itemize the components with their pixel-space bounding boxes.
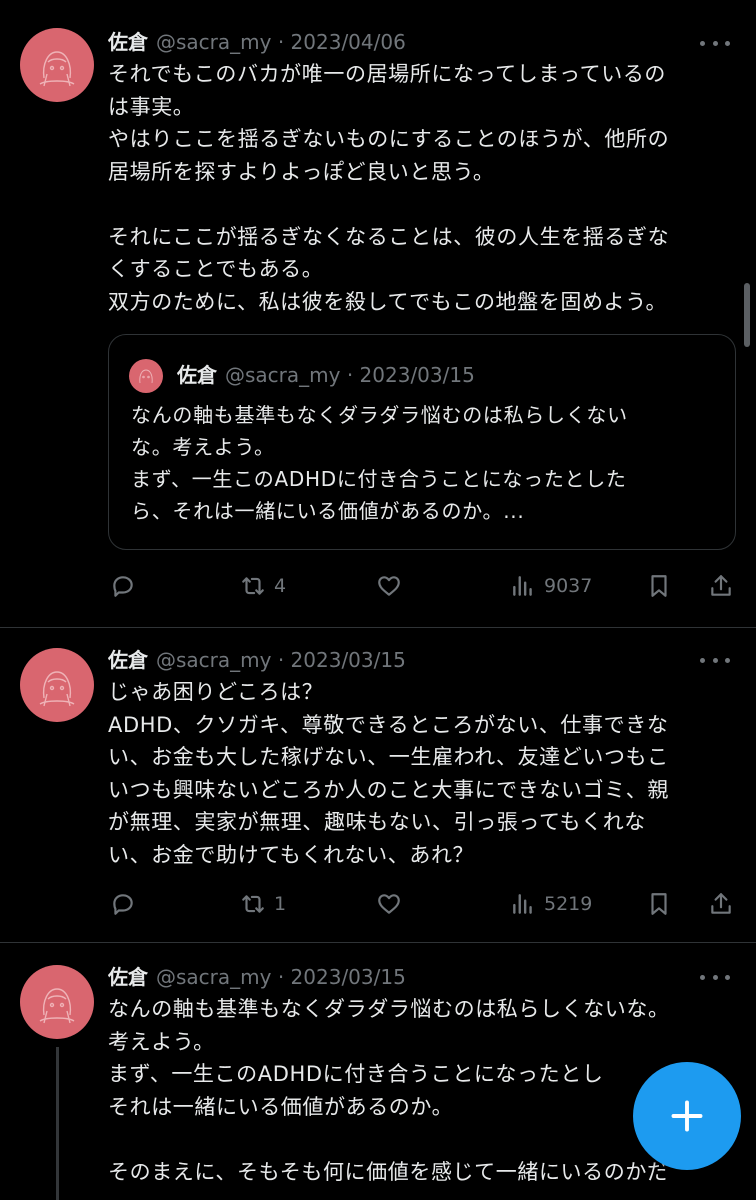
- tweet-header: 佐倉 @sacra_my · 2023/03/15: [108, 646, 406, 674]
- tweet-header: 佐倉 @sacra_my · 2023/04/06: [108, 28, 406, 56]
- share-icon: [711, 893, 731, 914]
- quote-display-name: 佐倉: [177, 363, 217, 387]
- share-button[interactable]: [708, 889, 734, 919]
- tweet-text: それでもこのバカが唯一の居場所になってしまっているの は事実。 やはりここを揺る…: [108, 62, 670, 314]
- tweet-text: なんの軸も基準もなくダラダラ悩むのは私らしくないな。 考えよう。 まず、一生この…: [108, 997, 670, 1184]
- more-icon[interactable]: [700, 38, 730, 48]
- views-icon: [513, 894, 532, 914]
- like-button[interactable]: [376, 571, 402, 601]
- timestamp[interactable]: · 2023/03/15: [278, 648, 406, 672]
- plus-icon: [671, 1100, 703, 1132]
- quote-text: なんの軸も基準もなくダラダラ悩むのは私らしくない な。考えよう。 まず、一生この…: [131, 403, 628, 523]
- avatar-illustration: [39, 51, 75, 87]
- compose-button[interactable]: [633, 1062, 741, 1170]
- bookmark-icon: [651, 575, 667, 597]
- tweet-header: 佐倉 @sacra_my · 2023/03/15: [108, 963, 406, 991]
- quote-handle: @sacra_my: [225, 363, 341, 387]
- retweet-count: 1: [274, 893, 287, 915]
- retweet-count: 4: [274, 575, 287, 597]
- timestamp[interactable]: · 2023/03/15: [278, 965, 406, 989]
- views-button[interactable]: 5219: [510, 889, 592, 919]
- avatar[interactable]: [20, 965, 94, 1039]
- bookmark-button[interactable]: [646, 889, 672, 919]
- heart-icon: [378, 576, 400, 596]
- quote-header: 佐倉 @sacra_my · 2023/03/15: [177, 361, 475, 389]
- quoted-tweet[interactable]: 佐倉 @sacra_my · 2023/03/15 なんの軸も基準もなくダラダラ悩…: [108, 334, 736, 550]
- handle[interactable]: @sacra_my: [156, 965, 271, 989]
- reply-icon: [113, 894, 133, 915]
- handle[interactable]: @sacra_my: [156, 30, 271, 54]
- avatar-illustration: [39, 988, 75, 1024]
- scrollbar[interactable]: [744, 283, 750, 347]
- views-button[interactable]: 9037: [510, 571, 592, 601]
- share-button[interactable]: [708, 571, 734, 601]
- timestamp[interactable]: · 2023/04/06: [278, 30, 406, 54]
- thread-line: [56, 1047, 59, 1200]
- reply-button[interactable]: [110, 889, 136, 919]
- like-button[interactable]: [376, 889, 402, 919]
- tweet-3[interactable]: 佐倉 @sacra_my · 2023/03/15 なんの軸も基準もなくダラダラ悩…: [0, 943, 756, 1200]
- avatar[interactable]: [20, 28, 94, 102]
- tweet-1[interactable]: 佐倉 @sacra_my · 2023/04/06 それでもこのバカが唯一の居場所…: [0, 0, 756, 626]
- views-icon: [513, 576, 532, 596]
- more-icon[interactable]: [700, 972, 730, 982]
- handle[interactable]: @sacra_my: [156, 648, 271, 672]
- retweet-icon: [242, 895, 264, 913]
- quote-timestamp: · 2023/03/15: [346, 363, 475, 387]
- display-name[interactable]: 佐倉: [108, 648, 148, 672]
- avatar-illustration: [39, 671, 75, 707]
- retweet-button[interactable]: 4: [240, 571, 286, 601]
- retweet-icon: [242, 577, 264, 595]
- tweet-actions: 4 9037: [108, 571, 744, 601]
- bookmark-icon: [651, 893, 667, 915]
- tweet-actions: 1 5219: [108, 889, 744, 919]
- display-name[interactable]: 佐倉: [108, 30, 148, 54]
- avatar-illustration: [139, 369, 153, 384]
- heart-icon: [378, 894, 400, 914]
- views-count: 9037: [544, 575, 593, 597]
- reply-button[interactable]: [110, 571, 136, 601]
- views-count: 5219: [544, 893, 593, 915]
- avatar[interactable]: [20, 648, 94, 722]
- bookmark-button[interactable]: [646, 571, 672, 601]
- tweet-text: じゃあ困りどころは？ ADHD、クソガキ、尊敬できるところがない、仕事できな い…: [108, 680, 669, 867]
- quote-avatar: [129, 359, 163, 393]
- retweet-button[interactable]: 1: [240, 889, 286, 919]
- more-icon[interactable]: [700, 655, 730, 665]
- tweet-2[interactable]: 佐倉 @sacra_my · 2023/03/15 じゃあ困りどころは？ ADHD…: [0, 628, 756, 942]
- display-name[interactable]: 佐倉: [108, 965, 148, 989]
- share-icon: [711, 575, 731, 596]
- reply-icon: [113, 576, 133, 597]
